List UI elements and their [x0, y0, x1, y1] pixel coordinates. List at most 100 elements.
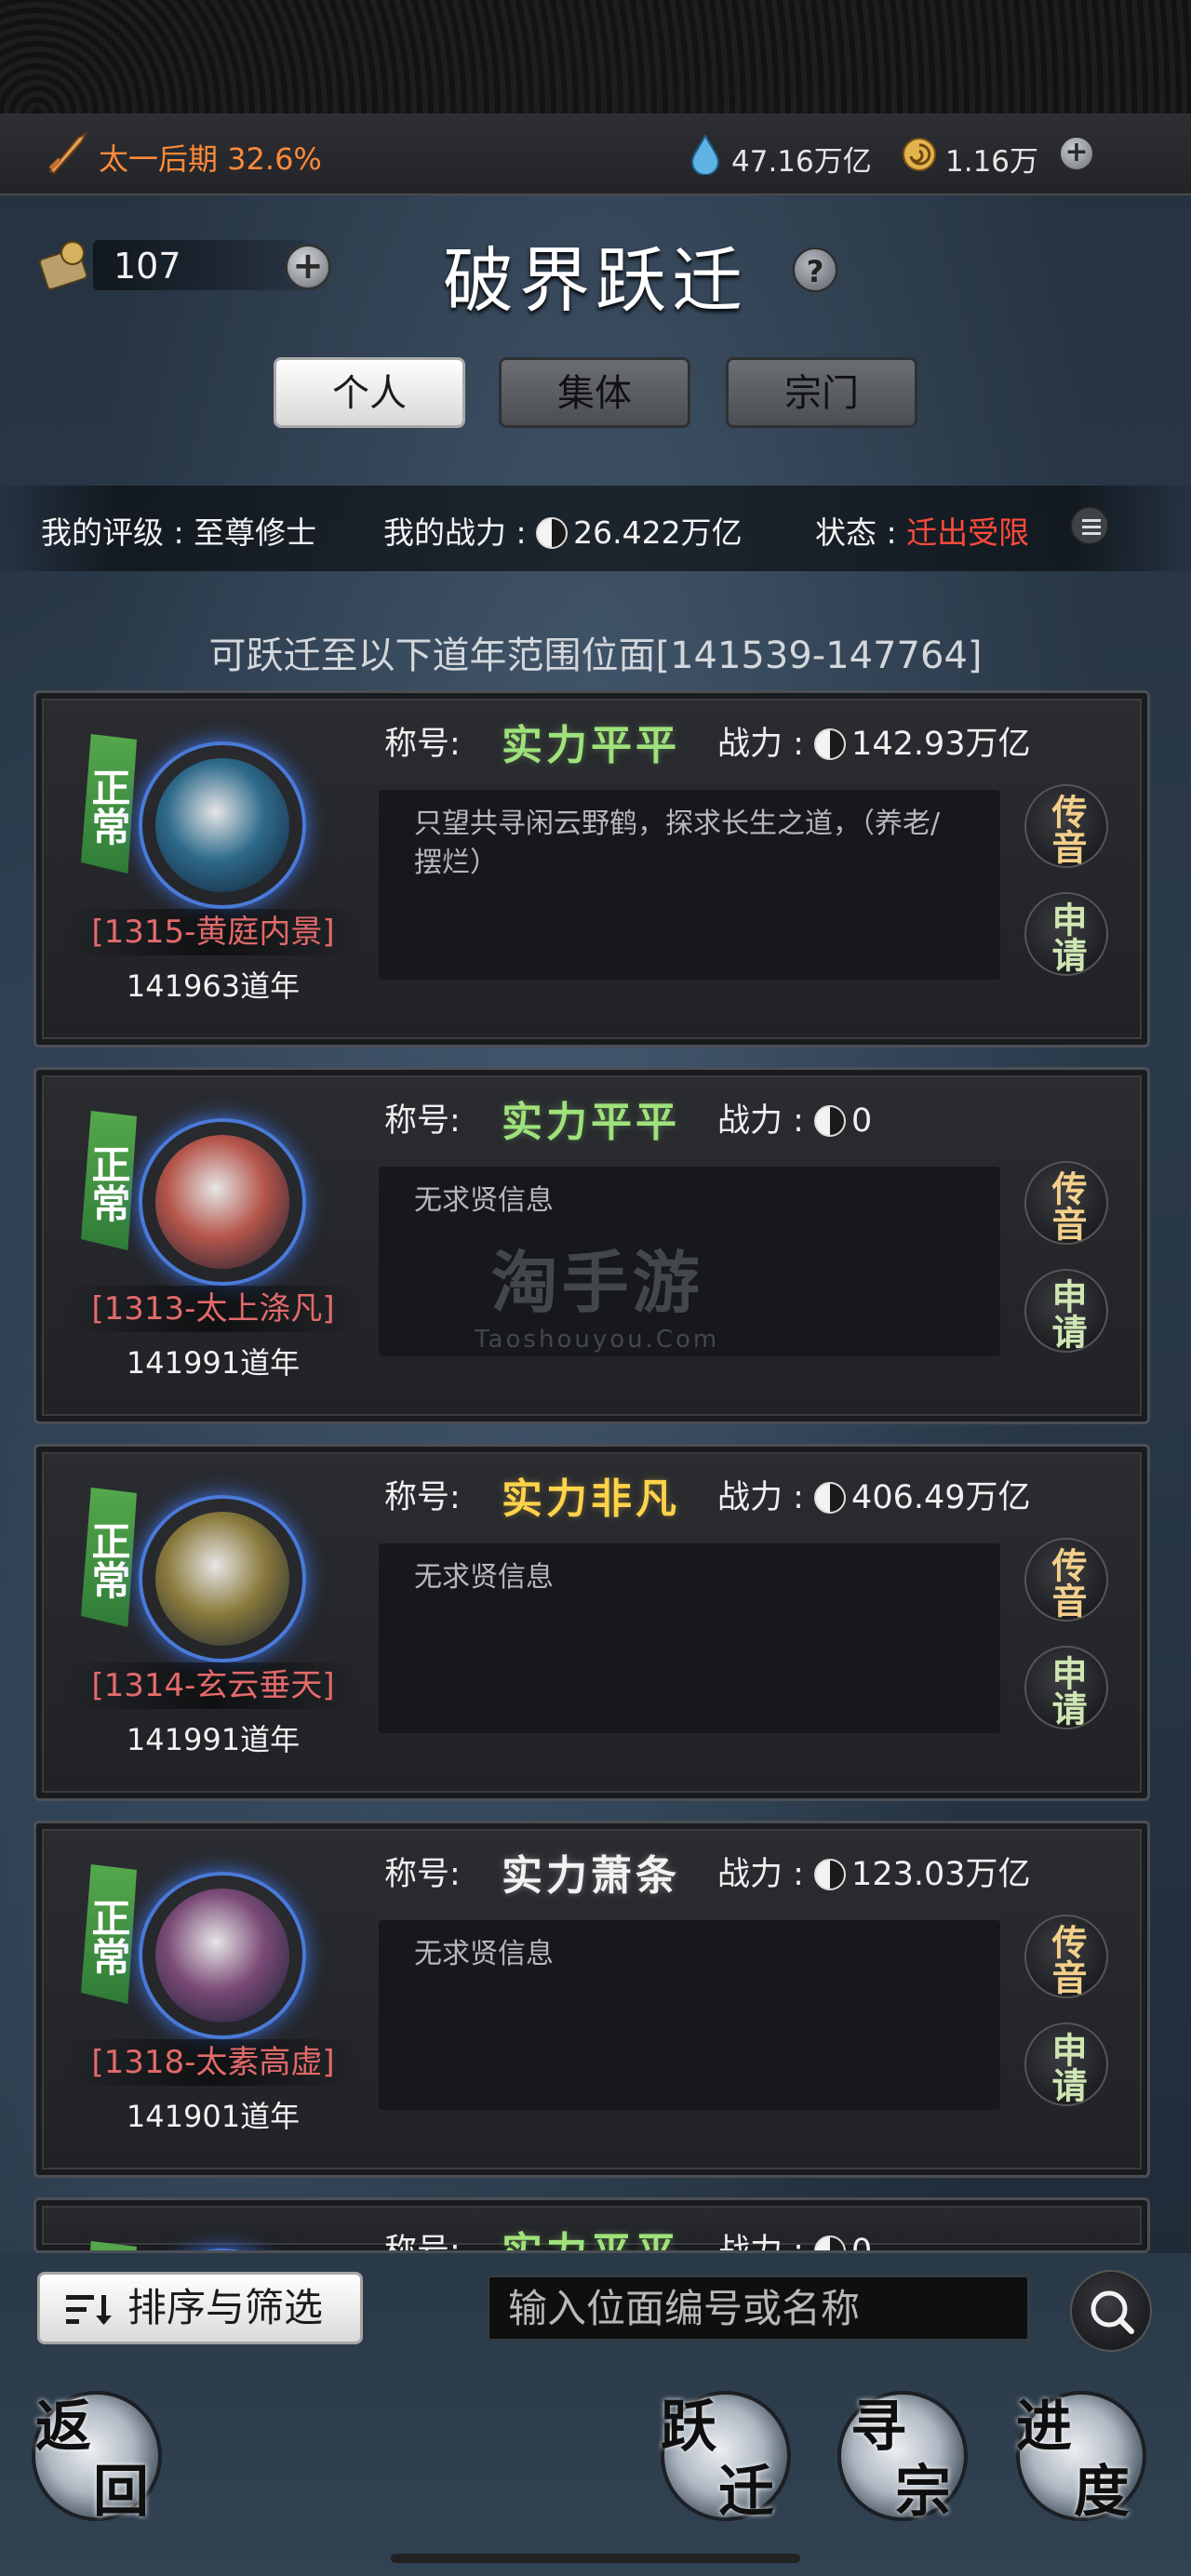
- badge-label: 正常: [86, 1521, 131, 1599]
- tab-group[interactable]: 集体: [499, 357, 690, 428]
- back-button[interactable]: 返 回: [32, 2391, 162, 2525]
- realm-emblem-inner: [155, 1512, 289, 1646]
- leap-range-text: 可跃迁至以下道年范围位面[141539-147764]: [208, 634, 983, 677]
- status-badge: 正常: [81, 1488, 137, 1627]
- message-button[interactable]: 传音: [1024, 1161, 1108, 1245]
- leap-button[interactable]: 跃 迁: [661, 2391, 791, 2525]
- add-token-button[interactable]: +: [285, 244, 331, 290]
- scroll-token-icon: [38, 241, 88, 290]
- progress-label-2: 度: [1074, 2460, 1130, 2525]
- search-input[interactable]: [488, 2276, 1029, 2341]
- rating-label: 我的评级 :: [41, 514, 194, 551]
- sort-filter-button[interactable]: 排序与筛选: [37, 2272, 363, 2344]
- message-button-label: 传音: [1046, 1170, 1088, 1241]
- title-label: 称号:: [384, 1856, 461, 1893]
- realm-name: [1318-太素高虚]: [64, 2039, 362, 2086]
- badge-label: 正常: [86, 1144, 131, 1222]
- message-button-label: 传音: [1046, 1924, 1088, 1995]
- power-display: 战力 : 0: [717, 2224, 873, 2253]
- status-badge: 正常: [81, 1111, 137, 1250]
- yinyang-icon: [814, 2236, 847, 2250]
- power-display: 战力 : 0: [717, 1094, 872, 1141]
- status-value: 迁出受限: [906, 514, 1030, 551]
- apply-button[interactable]: 申请: [1024, 1646, 1108, 1729]
- power-label: 我的战力 :: [383, 514, 537, 551]
- message-button-label: 传音: [1046, 794, 1088, 864]
- water-drop-icon: [690, 134, 720, 175]
- status-bar: 太一后期 32.6% 47.16万亿 1.16万 +: [0, 113, 1191, 195]
- progress-label-1: 进: [1016, 2395, 1072, 2460]
- home-indicator: [391, 2554, 800, 2563]
- my-rating: 我的评级 : 至尊修士: [41, 508, 316, 553]
- back-label-1: 返: [35, 2395, 91, 2460]
- search-button[interactable]: [1070, 2270, 1152, 2352]
- power-label: 战力 :: [717, 2233, 815, 2253]
- realm-card: 正常 称号: 实力平平 战力 : 0 传音 申请: [33, 2197, 1150, 2253]
- seek-sect-button[interactable]: 寻 宗: [837, 2391, 968, 2525]
- leap-label-2: 迁: [718, 2460, 774, 2525]
- recruit-message: 无求贤信息: [379, 1543, 1000, 1733]
- power-label: 战力 :: [717, 726, 815, 763]
- sort-icon: [66, 2295, 112, 2325]
- realm-emblem-inner: [155, 1135, 289, 1269]
- apply-button-label: 申请: [1046, 901, 1088, 972]
- yinyang-icon: [536, 517, 569, 549]
- power-display: 战力 : 142.93万亿: [717, 717, 1031, 765]
- power-display: 战力 : 123.03万亿: [717, 1848, 1031, 1895]
- title-label: 称号:: [384, 2233, 461, 2253]
- realm-emblem-inner: [155, 758, 289, 892]
- my-power: 我的战力 : 26.422万亿: [383, 508, 743, 553]
- yinyang-icon: [814, 1105, 847, 1137]
- realm-years: 141991道年: [126, 1345, 301, 1381]
- title-value: 实力平平: [502, 1099, 680, 1146]
- leap-token-counter: 107 +: [37, 233, 335, 296]
- currency-spiral-coin: 1.16万: [945, 145, 1039, 179]
- realm-years: 141963道年: [126, 968, 301, 1004]
- title-value: 实力萧条: [502, 1852, 680, 1900]
- power-label: 战力 :: [717, 1479, 815, 1516]
- realm-years: 141901道年: [126, 2099, 301, 2134]
- apply-button-label: 申请: [1046, 1278, 1088, 1349]
- power-display: 战力 : 406.49万亿: [717, 1471, 1031, 1518]
- status-badge: 正常: [81, 1864, 137, 2004]
- realm-emblem-icon: [139, 741, 306, 909]
- spiral-coin-icon: [903, 138, 936, 171]
- tab-personal[interactable]: 个人: [274, 357, 465, 428]
- watermark-line2: Taoshouyou.Com: [475, 1326, 720, 1354]
- apply-button[interactable]: 申请: [1024, 2022, 1108, 2106]
- currency-spirit-water: 47.16万亿: [731, 145, 872, 179]
- apply-button[interactable]: 申请: [1024, 1269, 1108, 1353]
- rating-value: 至尊修士: [194, 514, 317, 551]
- badge-label: 正常: [86, 767, 131, 846]
- power-value: 26.422万亿: [573, 514, 743, 551]
- add-currency-button[interactable]: +: [1059, 136, 1094, 171]
- page-title: 破界跃迁: [443, 239, 748, 322]
- power-value: 0: [851, 2233, 873, 2253]
- title-value: 实力非凡: [502, 1475, 680, 1523]
- message-button[interactable]: 传音: [1024, 1538, 1108, 1622]
- realm-card: 正常 [1314-玄云垂天] 141991道年 称号: 实力非凡 战力 : 40…: [33, 1444, 1150, 1801]
- recruit-message: 无求贤信息: [379, 1920, 1000, 2110]
- progress-button[interactable]: 进 度: [1016, 2391, 1146, 2525]
- message-button[interactable]: 传音: [1024, 1915, 1108, 1998]
- wave-pattern-header: [0, 0, 1191, 113]
- power-value: 0: [851, 1102, 873, 1140]
- apply-button[interactable]: 申请: [1024, 892, 1108, 976]
- tab-sect[interactable]: 宗门: [726, 357, 917, 428]
- realm-years: 141991道年: [126, 1722, 301, 1757]
- realm-emblem-inner: [155, 1889, 289, 2022]
- message-button[interactable]: 传音: [1024, 784, 1108, 868]
- power-value: 406.49万亿: [851, 1479, 1031, 1516]
- sword-icon: [48, 131, 88, 175]
- yinyang-icon: [814, 1859, 847, 1890]
- status-label: 状态 :: [815, 514, 907, 551]
- realm-name: [1313-太上涤凡]: [64, 1286, 362, 1332]
- badge-label: 正常: [86, 1898, 131, 1976]
- title-value: 实力平平: [502, 722, 680, 769]
- status-badge: 正常: [81, 2241, 137, 2250]
- list-icon[interactable]: [1070, 506, 1109, 545]
- power-label: 战力 :: [717, 1102, 815, 1140]
- title-value: 实力平平: [502, 2229, 680, 2253]
- yinyang-icon: [814, 728, 847, 760]
- help-button[interactable]: ?: [793, 247, 837, 292]
